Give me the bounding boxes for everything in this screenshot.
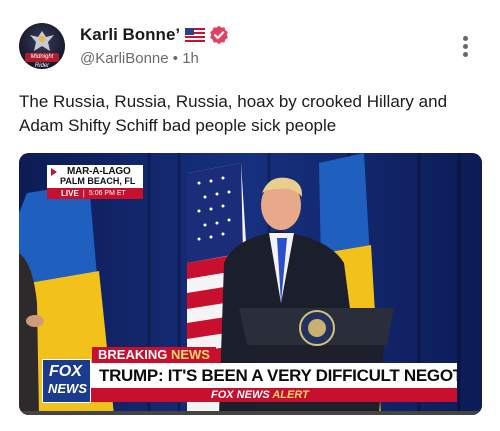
social-post: Midnight Rider Karli Bonne’ @KarliBonne …	[0, 0, 500, 431]
eagle-icon	[30, 31, 54, 51]
logo-line1: FOX	[49, 363, 82, 380]
post-text: The Russia, Russia, Russia, hoax by croo…	[19, 92, 448, 135]
verified-badge-icon	[210, 25, 228, 45]
news-alert-text: FOX NEWS ALERT	[211, 388, 309, 402]
live-time: 5:06 PM ET	[88, 190, 126, 197]
breaking-word: BREAKING	[98, 347, 168, 362]
more-options-icon[interactable]	[459, 36, 471, 58]
news-alert-bar: FOX NEWS ALERT	[91, 388, 457, 402]
video-progress-bar[interactable]	[19, 411, 482, 415]
location-arrow-icon	[51, 168, 57, 176]
chyron-headline: TRUMP: IT'S BEEN A VERY DIFFICULT NEGOTI…	[91, 363, 457, 388]
us-flag-icon	[185, 28, 206, 42]
video-player[interactable]: MAR-A-LAGO PALM BEACH, FL LIVE | 5:06 PM…	[19, 153, 482, 415]
live-label: LIVE	[61, 189, 79, 198]
live-bar: LIVE | 5:06 PM ET	[47, 188, 143, 199]
author-handle[interactable]: @KarliBonne	[80, 50, 169, 67]
author-name[interactable]: Karli Bonne’	[80, 25, 180, 45]
post-age: 1h	[182, 50, 199, 67]
location-bug: MAR-A-LAGO PALM BEACH, FL LIVE | 5:06 PM…	[47, 165, 143, 199]
logo-line2: NEWS	[48, 381, 87, 396]
alert-word: ALERT	[272, 389, 309, 401]
author-avatar[interactable]: Midnight Rider	[19, 23, 65, 69]
fox-news-logo: FOX NEWS	[42, 359, 91, 403]
live-separator: |	[82, 189, 85, 198]
avatar-caption: Midnight Rider	[25, 53, 59, 69]
alert-brand: FOX NEWS	[211, 389, 270, 401]
breaking-news-tag: BREAKING NEWS	[92, 347, 216, 363]
meta-separator: •	[172, 50, 179, 67]
author-meta: @KarliBonne • 1h	[80, 50, 199, 67]
breaking-news-word: NEWS	[170, 347, 210, 362]
location-line2: PALM BEACH, FL	[60, 176, 136, 186]
author-name-row: Karli Bonne’	[80, 25, 229, 45]
